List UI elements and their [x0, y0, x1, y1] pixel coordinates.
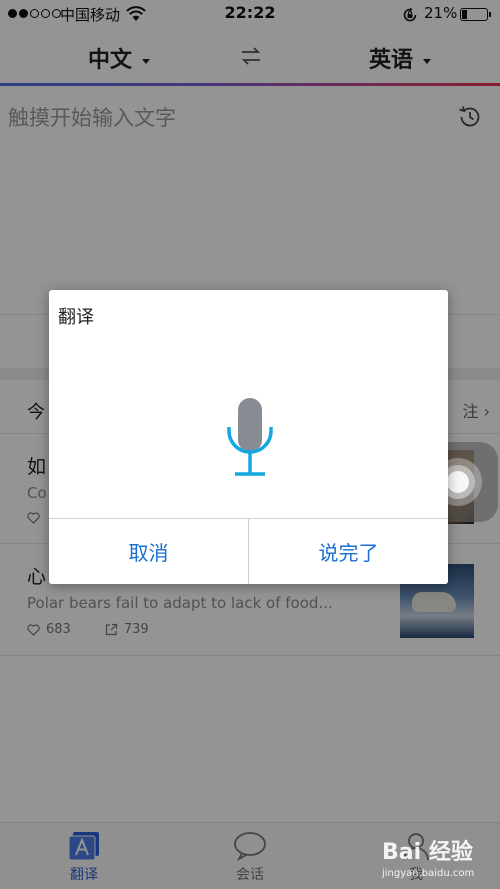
finish-speaking-button[interactable]: 说完了	[249, 519, 448, 584]
baidu-jingyan-watermark: Bai 经验 jingyan.baidu.com	[382, 834, 498, 886]
voice-input-dialog: 翻译 取消 说完了	[49, 290, 448, 584]
watermark-url: jingyan.baidu.com	[382, 868, 475, 879]
cancel-button[interactable]: 取消	[49, 519, 248, 584]
microphone-icon	[227, 398, 273, 476]
dialog-title: 翻译	[58, 307, 94, 328]
watermark-logo: Bai 经验	[382, 840, 473, 865]
